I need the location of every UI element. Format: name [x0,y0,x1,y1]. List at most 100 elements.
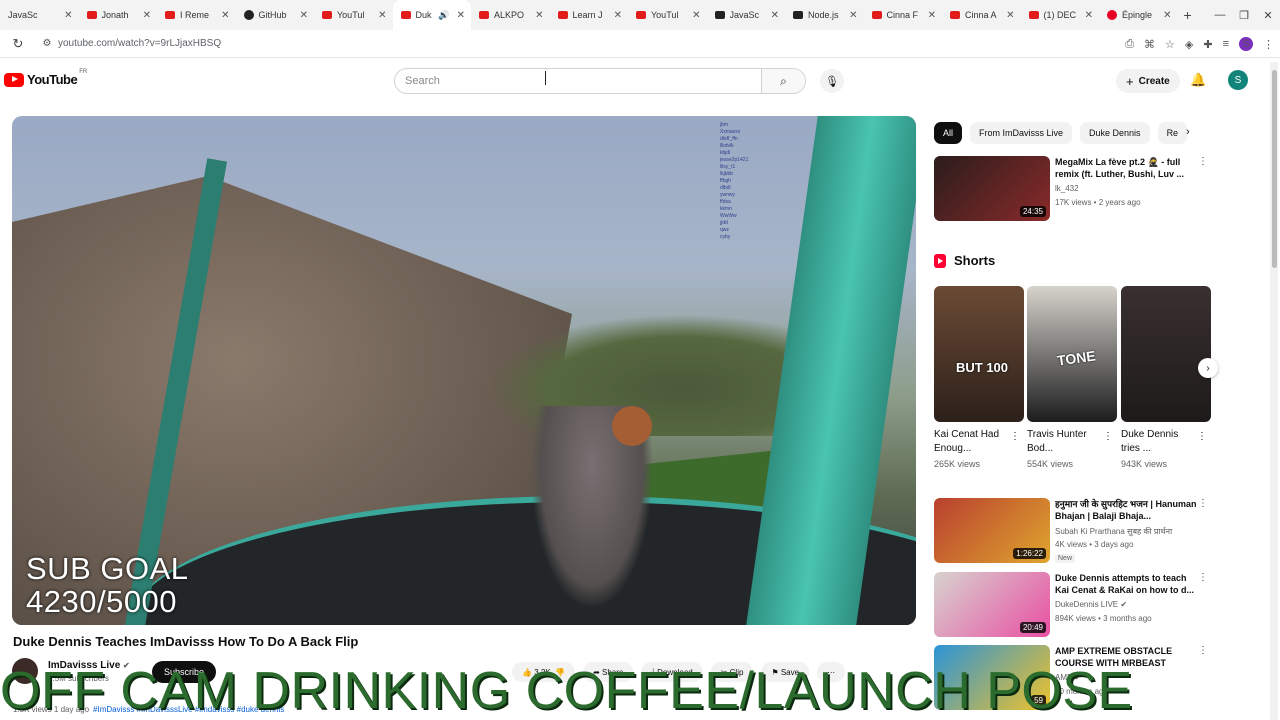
filter-chip[interactable]: Re [1157,122,1188,144]
create-button[interactable]: + Create [1116,69,1180,93]
account-avatar[interactable]: S [1228,70,1248,90]
site-favicon-icon [400,11,411,19]
url-text[interactable]: youtube.com/watch?v=9rLJjaxHBSQ [58,38,221,49]
browser-tab[interactable]: Duk 🔊 ✕ [392,0,471,30]
duration-badge: 24:35 [1019,206,1046,217]
tab-close-icon[interactable]: ✕ [614,10,622,21]
duration-badge: 1:26:22 [1013,548,1046,559]
voice-search-mic-icon[interactable]: 🎙 [820,69,844,93]
chat-line: Xxmaxxx [720,129,741,135]
tab-close-icon[interactable]: ✕ [300,10,308,21]
browser-tab[interactable]: ALKPO ✕ [471,0,550,30]
tab-close-icon[interactable]: ✕ [849,10,857,21]
recommended-video[interactable]: 24:35 MegaMix La fève pt.2 🥷 - full remix… [934,156,1214,222]
tab-close-icon[interactable]: ✕ [1006,10,1014,21]
short-title[interactable]: Kai Cenat Had Enoug... [934,428,1010,456]
browser-tab[interactable]: Cinna F ✕ [864,0,943,30]
more-options-icon[interactable]: ⋮ [1103,431,1113,442]
more-options-icon[interactable]: ⋮ [1198,645,1208,656]
browser-tab[interactable]: Épingle ✕ [1099,0,1178,30]
tab-close-icon[interactable]: ✕ [928,10,936,21]
recommended-video[interactable]: 1:26:22 हनुमान जी के सुपरहिट भजन | Hanuma… [934,498,1214,564]
short-title[interactable]: Travis Hunter Bod... [1027,428,1103,456]
short-thumbnail[interactable]: TONE [1027,286,1117,422]
youtube-logo[interactable]: YouTube FR [4,69,87,87]
browser-tab[interactable]: I Reme ✕ [157,0,236,30]
short-item[interactable]: TONE Travis Hunter Bod... 554K views ⋮ [1027,286,1117,469]
browser-tab[interactable]: JavaSc ✕ [0,0,79,30]
video-title[interactable]: MegaMix La fève pt.2 🥷 - full remix (ft.… [1055,156,1201,180]
more-options-icon[interactable]: ⋮ [1198,498,1208,509]
more-options-icon[interactable]: ⋮ [1198,156,1208,167]
video-thumbnail[interactable]: 20:49 [934,572,1050,637]
tab-close-icon[interactable]: ✕ [1163,10,1171,21]
more-options-icon[interactable]: ⋮ [1197,431,1207,442]
shorts-next-chevron-icon[interactable]: › [1198,358,1218,378]
browser-tab[interactable]: Jonath ✕ [79,0,158,30]
video-scene-person [532,406,652,606]
extensions-puzzle-icon[interactable]: ✚ [1203,38,1212,51]
browser-tab[interactable]: Node.js ✕ [785,0,864,30]
video-thumbnail[interactable]: 1:26:22 [934,498,1050,563]
new-tab-plus-icon[interactable]: + [1184,7,1192,23]
browser-tab[interactable]: GitHub ✕ [236,0,315,30]
short-item[interactable]: BUT 100 Kai Cenat Had Enoug... 265K views ⋮ [934,286,1024,469]
video-thumbnail[interactable]: 24:35 [934,156,1050,221]
tab-close-icon[interactable]: ✕ [1085,10,1093,21]
media-control-icon[interactable]: ≡ [1223,38,1229,50]
bookmark-star-icon[interactable]: ☆ [1165,38,1175,51]
tab-close-icon[interactable]: ✕ [692,10,700,21]
tab-close-icon[interactable]: ✕ [143,10,151,21]
shorts-header: Shorts [934,253,995,268]
browser-tab[interactable]: Learn J ✕ [550,0,629,30]
filter-chip[interactable]: From ImDavisss Live [970,122,1073,144]
video-title[interactable]: हनुमान जी के सुपरहिट भजन | Hanuman Bhaja… [1055,498,1201,522]
tab-close-icon[interactable]: ✕ [771,10,779,21]
tab-close-icon[interactable]: ✕ [378,10,386,21]
more-options-icon[interactable]: ⋮ [1010,431,1020,442]
channel-name[interactable]: lk_432 [1055,184,1079,193]
close-window-icon[interactable]: ✕ [1256,9,1280,22]
browser-tab[interactable]: YouTul ✕ [628,0,707,30]
reload-icon[interactable]: ↻ [0,36,36,52]
chat-line: jjdd [720,220,728,226]
install-app-icon[interactable]: ⎙ [1125,38,1134,51]
browser-profile-avatar[interactable]: S [1239,37,1253,51]
video-title[interactable]: Duke Dennis attempts to teach Kai Cenat … [1055,572,1201,596]
short-item[interactable]: Duke Dennis tries ... 943K views ⋮ [1121,286,1211,469]
browser-tab[interactable]: Cinna A ✕ [942,0,1021,30]
search-input[interactable] [395,69,761,93]
short-thumbnail[interactable]: BUT 100 [934,286,1024,422]
filter-chip[interactable]: All [934,122,963,144]
tab-close-icon[interactable]: ✕ [535,10,543,21]
tab-close-icon[interactable]: ✕ [457,10,465,21]
more-options-icon[interactable]: ⋮ [1198,572,1208,583]
browser-tab[interactable]: (1) DEC ✕ [1021,0,1100,30]
site-favicon-icon [950,11,960,19]
restore-icon[interactable]: ❐ [1232,9,1256,22]
tab-label: I Reme [180,10,210,20]
scrollbar-thumb[interactable] [1272,70,1277,268]
channel-name[interactable]: DukeDennis LIVE ✔ [1055,600,1127,609]
short-title[interactable]: Duke Dennis tries ... [1121,428,1197,456]
extension-icon[interactable]: ◈ [1185,38,1193,51]
site-info-icon[interactable]: ⚙ [36,38,58,49]
browser-tab[interactable]: YouTul ✕ [314,0,393,30]
recommended-video[interactable]: 20:49 Duke Dennis attempts to teach Kai C… [934,572,1214,638]
chevron-right-icon[interactable]: › [1186,126,1190,138]
tab-close-icon[interactable]: ✕ [221,10,229,21]
minimize-icon[interactable]: — [1208,9,1232,21]
short-thumbnail[interactable] [1121,286,1211,422]
audio-playing-icon[interactable]: 🔊 [438,10,449,21]
browser-tab[interactable]: JavaSc ✕ [707,0,786,30]
tab-label: (1) DEC [1043,10,1077,20]
search-button[interactable]: ⌕ [761,69,805,93]
video-meta: 17K views • 2 years ago [1055,198,1141,207]
video-player[interactable]: jbm Xxmaxxx dkdf_ffn llkdvlk kbjdl jesse2p142… [12,116,916,625]
browser-menu-icon[interactable]: ⋮ [1263,38,1274,51]
filter-chip[interactable]: Duke Dennis [1080,122,1150,144]
tab-close-icon[interactable]: ✕ [64,10,72,21]
translate-icon[interactable]: ⌘ [1144,38,1155,51]
notifications-bell-icon[interactable]: 🔔 [1190,72,1206,88]
channel-name[interactable]: Subah Ki Prarthana सुबह की प्रार्थना [1055,526,1172,537]
